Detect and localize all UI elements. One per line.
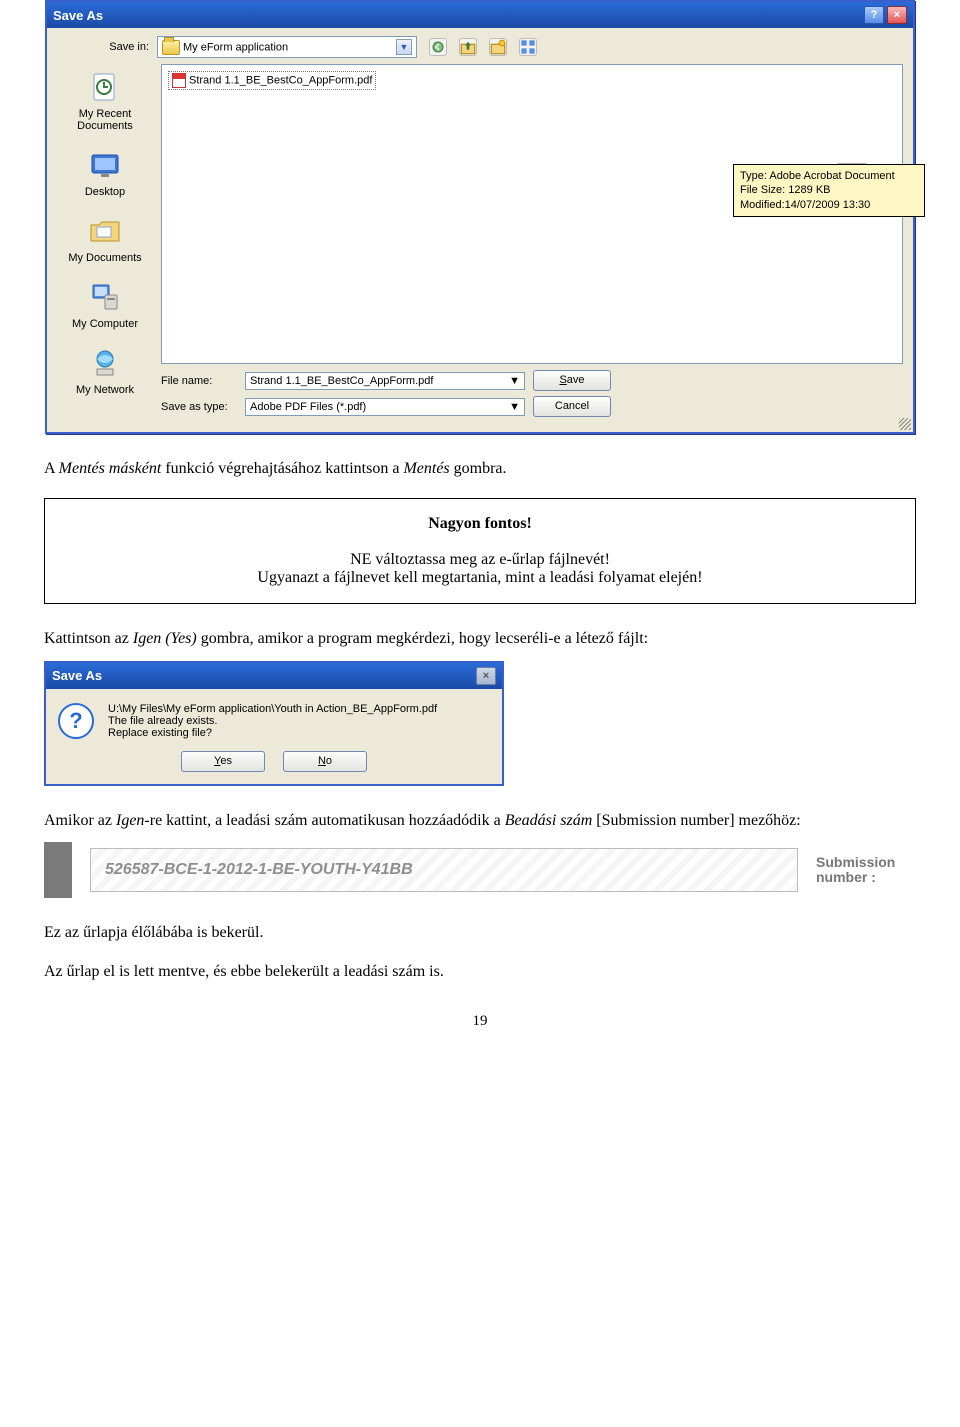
dropdown-icon[interactable]: ▼ bbox=[509, 375, 520, 387]
back-icon[interactable] bbox=[429, 38, 447, 56]
save-button-rest: ave bbox=[567, 374, 585, 386]
nav-label: My Recent Documents bbox=[57, 108, 153, 132]
notice-line: Ugyanazt a fájlnevet kell megtartania, m… bbox=[61, 569, 899, 587]
question-icon: ? bbox=[58, 703, 94, 739]
mydocs-icon bbox=[86, 212, 124, 250]
pdf-icon bbox=[172, 73, 186, 88]
file-name-input[interactable]: Strand 1.1_BE_BestCo_AppForm.pdf ▼ bbox=[245, 372, 525, 390]
save-type-label: Save as type: bbox=[161, 401, 237, 413]
submission-number-field: 526587-BCE-1-2012-1-BE-YOUTH-Y41BB bbox=[90, 848, 798, 892]
nav-label: My Documents bbox=[68, 252, 141, 264]
confirm-line: The file already exists. bbox=[108, 715, 437, 727]
folder-icon bbox=[162, 40, 180, 55]
file-item[interactable]: Strand 1.1_BE_BestCo_AppForm.pdf bbox=[168, 71, 376, 90]
important-notice: Nagyon fontos! NE változtassa meg az e-ű… bbox=[44, 498, 916, 604]
paragraph: Ez az űrlapja élőlábába is bekerül. bbox=[44, 922, 916, 944]
notice-line: NE változtassa meg az e-űrlap fájlnevét! bbox=[61, 551, 899, 569]
save-type-value: Adobe PDF Files (*.pdf) bbox=[250, 401, 366, 413]
close-button[interactable]: × bbox=[887, 6, 907, 24]
tooltip-line: Type: Adobe Acrobat Document bbox=[740, 169, 918, 183]
view-menu-icon[interactable] bbox=[519, 38, 537, 56]
tooltip-line: Modified:14/07/2009 13:30 bbox=[740, 198, 918, 212]
nav-mycomputer[interactable]: My Computer bbox=[57, 278, 153, 330]
save-in-combo[interactable]: My eForm application ▼ bbox=[157, 36, 417, 58]
paragraph: A Mentés másként funkció végrehajtásához… bbox=[44, 458, 916, 480]
nav-mynetwork[interactable]: My Network bbox=[57, 344, 153, 396]
confirm-dialog: Save As × ? U:\My Files\My eForm applica… bbox=[44, 661, 504, 786]
dialog-title: Save As bbox=[52, 668, 102, 683]
nav-mydocs[interactable]: My Documents bbox=[57, 212, 153, 264]
recent-docs-icon bbox=[86, 68, 124, 106]
save-button[interactable]: Save bbox=[533, 370, 611, 391]
file-name-value: Strand 1.1_BE_BestCo_AppForm.pdf bbox=[250, 375, 433, 387]
new-folder-icon[interactable] bbox=[489, 38, 507, 56]
tooltip-line: File Size: 1289 KB bbox=[740, 183, 918, 197]
submission-number-label: Submission number : bbox=[816, 855, 916, 886]
notice-title: Nagyon fontos! bbox=[61, 515, 899, 533]
file-item-name: Strand 1.1_BE_BestCo_AppForm.pdf bbox=[189, 74, 372, 86]
dropdown-icon[interactable]: ▼ bbox=[509, 401, 520, 413]
dropdown-icon[interactable]: ▼ bbox=[396, 39, 412, 55]
save-as-dialog: Save As ? × Save in: My eForm applicatio… bbox=[45, 0, 915, 434]
up-folder-icon[interactable] bbox=[459, 38, 477, 56]
file-name-label: File name: bbox=[161, 375, 237, 387]
help-button[interactable]: ? bbox=[864, 6, 884, 24]
yes-button[interactable]: Yes bbox=[181, 751, 265, 772]
close-button[interactable]: × bbox=[476, 667, 496, 685]
paragraph: Az űrlap el is lett mentve, és ebbe bele… bbox=[44, 961, 916, 983]
file-tooltip: Type: Adobe Acrobat Document File Size: … bbox=[733, 164, 925, 217]
resize-grip[interactable] bbox=[899, 418, 911, 430]
nav-label: My Computer bbox=[72, 318, 138, 330]
page-number: 19 bbox=[40, 1013, 920, 1030]
submission-number-row: 526587-BCE-1-2012-1-BE-YOUTH-Y41BB Submi… bbox=[44, 842, 916, 898]
save-in-label: Save in: bbox=[57, 41, 149, 53]
nav-label: My Network bbox=[76, 384, 134, 396]
confirm-line: U:\My Files\My eForm application\Youth i… bbox=[108, 703, 437, 715]
save-in-value: My eForm application bbox=[183, 41, 288, 53]
titlebar: Save As × bbox=[46, 663, 502, 689]
confirm-text: U:\My Files\My eForm application\Youth i… bbox=[108, 703, 437, 739]
mynetwork-icon bbox=[86, 344, 124, 382]
nav-label: Desktop bbox=[85, 186, 125, 198]
grey-bar bbox=[44, 842, 72, 898]
desktop-icon bbox=[86, 146, 124, 184]
places-sidebar: My Recent Documents Desktop My Documents… bbox=[57, 68, 153, 396]
paragraph: Amikor az Igen-re kattint, a leadási szá… bbox=[44, 810, 916, 832]
nav-recent[interactable]: My Recent Documents bbox=[57, 68, 153, 132]
dialog-title: Save As bbox=[53, 8, 103, 23]
mycomputer-icon bbox=[86, 278, 124, 316]
cancel-button[interactable]: Cancel bbox=[533, 396, 611, 417]
nav-desktop[interactable]: Desktop bbox=[57, 146, 153, 198]
confirm-line: Replace existing file? bbox=[108, 727, 437, 739]
titlebar: Save As ? × bbox=[47, 2, 913, 28]
paragraph: Kattintson az Igen (Yes) gombra, amikor … bbox=[44, 628, 916, 650]
save-type-combo[interactable]: Adobe PDF Files (*.pdf) ▼ bbox=[245, 398, 525, 416]
no-button[interactable]: No bbox=[283, 751, 367, 772]
